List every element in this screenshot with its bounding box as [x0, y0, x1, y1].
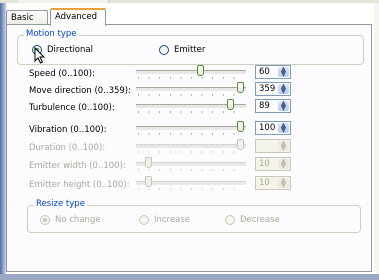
speed-slider-thumb[interactable] [197, 65, 204, 76]
move-direction-slider-track[interactable] [136, 87, 246, 92]
decrease-radio: Decrease [225, 215, 280, 226]
move-direction-value: 359 [259, 84, 276, 94]
tab-basic-label: Basic [11, 13, 34, 23]
vibration-spinbox[interactable]: 100 ▲ ▼ [255, 121, 291, 135]
tab-basic[interactable]: Basic [6, 10, 48, 25]
spin-up-down-icon[interactable]: ▲ ▼ [278, 83, 289, 95]
no-change-label: No change [55, 215, 101, 225]
emitter-width-slider-thumb [145, 157, 152, 168]
spin-up-down-icon[interactable]: ▲ ▼ [278, 66, 289, 78]
move-direction-slider-thumb[interactable] [237, 82, 244, 93]
move-direction-row: Move direction (0..359): 359 ▲ ▼ [29, 82, 349, 98]
duration-slider-track [136, 144, 246, 149]
spin-up-down-icon: ▲ ▼ [278, 158, 289, 170]
emitter-width-label: Emitter width (0..100): [29, 161, 126, 171]
emitter-height-label: Emitter height (0..100): [29, 180, 130, 190]
duration-row: Duration (0..100): ▲ ▼ [29, 139, 349, 155]
turbulence-slider-thumb[interactable] [227, 99, 234, 110]
turbulence-label: Turbulence (0..100): [29, 103, 115, 113]
duration-spinbox: ▲ ▼ [255, 139, 291, 153]
turbulence-spinbox[interactable]: 89 ▲ ▼ [255, 99, 291, 113]
speed-row: Speed (0..100): 60 ▲ ▼ [29, 65, 349, 81]
vibration-value: 100 [259, 123, 276, 133]
increase-label: Increase [154, 215, 190, 225]
spin-up-down-icon: ▲ ▼ [278, 177, 289, 189]
right-frame [374, 3, 379, 274]
turbulence-slider-ticks [138, 111, 244, 113]
no-change-radio: No change [40, 215, 101, 226]
bottom-window-frame [0, 274, 379, 280]
emitter-height-slider-track [136, 181, 246, 186]
speed-slider-ticks [138, 77, 244, 79]
speed-spinbox[interactable]: 60 ▲ ▼ [255, 65, 291, 79]
motion-type-group: Motion type Directional Emitter [17, 29, 364, 65]
turbulence-value: 89 [259, 101, 270, 111]
emitter-height-slider-ticks [138, 188, 244, 190]
duration-label: Duration (0..100): [29, 143, 106, 153]
duration-slider-thumb [237, 139, 244, 150]
spin-up-down-icon[interactable]: ▲ ▼ [278, 122, 289, 134]
speed-label: Speed (0..100): [29, 69, 95, 79]
vibration-slider-thumb[interactable] [237, 121, 244, 132]
radio-circle [225, 215, 235, 225]
motion-type-title: Motion type [24, 29, 79, 39]
turbulence-row: Turbulence (0..100): 89 ▲ ▼ [29, 99, 349, 115]
emitter-width-value: 10 [259, 159, 270, 169]
resize-type-group: Resize type No change Increase Decrease [27, 199, 361, 233]
emitter-height-spinbox: 10 ▲ ▼ [255, 176, 291, 190]
increase-radio: Increase [139, 215, 190, 226]
speed-slider-track[interactable] [136, 70, 246, 75]
vibration-slider-track[interactable] [136, 126, 246, 131]
resize-type-title: Resize type [34, 199, 87, 209]
vibration-label: Vibration (0..100): [29, 125, 107, 135]
vibration-row: Vibration (0..100): 100 ▲ ▼ [29, 121, 349, 137]
move-direction-spinbox[interactable]: 359 ▲ ▼ [255, 82, 291, 96]
emitter-label: Emitter [174, 45, 206, 55]
emitter-height-value: 10 [259, 178, 270, 188]
speed-value: 60 [259, 67, 270, 77]
vibration-slider-ticks [138, 133, 244, 135]
tab-strip: Basic Advanced [6, 3, 374, 26]
emitter-width-slider-ticks [138, 169, 244, 171]
mouse-pointer-icon [34, 47, 46, 64]
emitter-radio[interactable]: Emitter [159, 45, 205, 56]
emitter-width-slider-track [136, 162, 246, 167]
directional-label: Directional [47, 45, 93, 55]
radio-circle [139, 215, 149, 225]
emitter-width-row: Emitter width (0..100): 10 ▲ ▼ [29, 157, 349, 173]
tab-advanced-label: Advanced [55, 12, 97, 22]
radio-circle-checked [40, 215, 50, 225]
emitter-height-slider-thumb [145, 176, 152, 187]
spin-up-down-icon: ▲ ▼ [278, 140, 289, 152]
emitter-width-spinbox: 10 ▲ ▼ [255, 157, 291, 171]
decrease-label: Decrease [240, 215, 280, 225]
spin-up-down-icon[interactable]: ▲ ▼ [278, 100, 289, 112]
emitter-height-row: Emitter height (0..100): 10 ▲ ▼ [29, 176, 349, 192]
tab-advanced[interactable]: Advanced [50, 8, 106, 26]
move-direction-slider-ticks [138, 94, 244, 96]
move-direction-label: Move direction (0..359): [29, 86, 131, 96]
duration-slider-ticks [138, 151, 244, 153]
radio-circle [159, 45, 169, 55]
